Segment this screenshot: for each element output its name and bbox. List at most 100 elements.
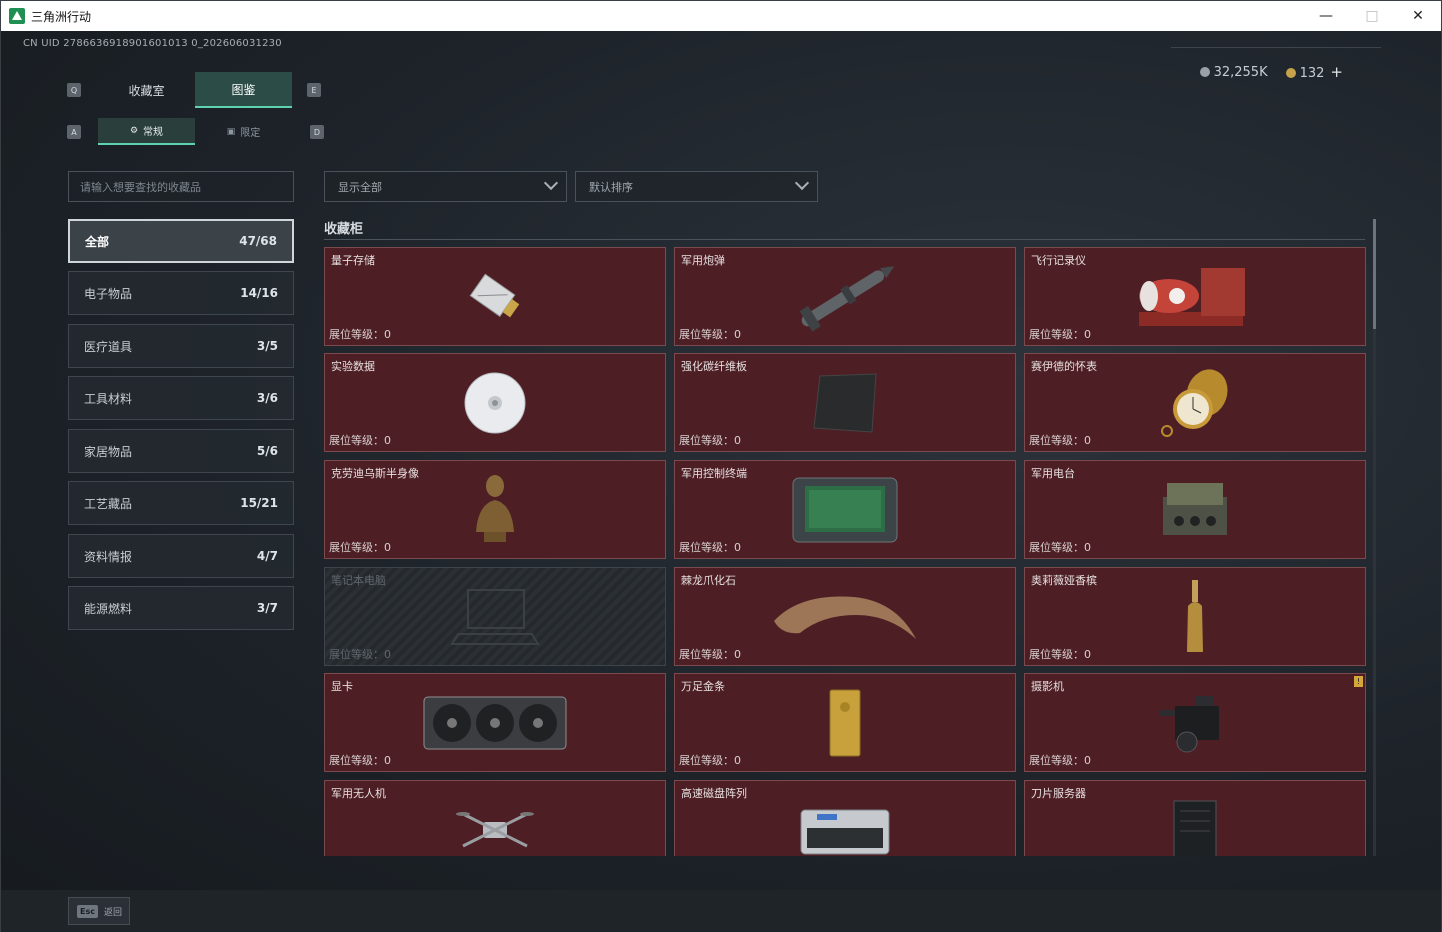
silver-currency: 32,255K — [1199, 65, 1268, 80]
gold-currency-value: 132 — [1299, 66, 1325, 81]
search-input[interactable]: 请输入想要查找的收藏品 — [68, 171, 294, 202]
item-card[interactable]: 摄影机 ! 展位等级：0 — [1024, 673, 1366, 772]
item-level: 展位等级：0 — [1029, 646, 1091, 662]
item-level-label: 展位等级： — [1029, 754, 1084, 767]
gold-coin-icon — [1285, 68, 1296, 78]
item-card[interactable]: 实验数据 展位等级：0 — [324, 353, 666, 452]
category-intel[interactable]: 资料情报 4/7 — [68, 534, 294, 578]
item-level: 展位等级：0 — [1029, 752, 1091, 768]
app-window: 三角洲行动 — □ ✕ CN UID 2786636918901601013 0… — [0, 0, 1442, 932]
item-level: 展位等级：0 — [329, 432, 391, 448]
category-count: 47/68 — [239, 234, 277, 248]
subtab-regular[interactable]: ⚙ 常规 — [98, 118, 195, 145]
header-divider — [1171, 47, 1381, 48]
category-medical[interactable]: 医疗道具 3/5 — [68, 324, 294, 368]
item-card[interactable]: 军用电台 展位等级：0 — [1024, 460, 1366, 559]
category-crafts[interactable]: 工艺藏品 15/21 — [68, 481, 294, 525]
usb-drive-icon — [469, 273, 520, 317]
item-level-value: 0 — [734, 434, 741, 447]
category-label: 工具材料 — [84, 391, 133, 406]
maximize-icon: □ — [1365, 8, 1379, 24]
item-level-label: 展位等级： — [679, 754, 734, 767]
close-button[interactable]: ✕ — [1395, 1, 1441, 31]
grid-scrollbar[interactable] — [1373, 219, 1376, 856]
item-card[interactable]: 强化碳纤维板 展位等级：0 — [674, 353, 1016, 452]
item-name: 强化碳纤维板 — [681, 360, 747, 373]
user-uid: CN UID 2786636918901601013 0_20260603123… — [23, 38, 282, 49]
item-level-value: 0 — [384, 754, 391, 767]
subtab-limited[interactable]: ▣ 限定 — [195, 118, 292, 145]
item-name: 军用控制终端 — [681, 467, 747, 480]
chevron-down-icon — [794, 175, 810, 191]
item-card-locked[interactable]: 笔记本电脑 展位等级：0 — [324, 567, 666, 666]
item-level: 展位等级：0 — [679, 539, 741, 555]
section-divider — [324, 239, 1365, 240]
maximize-button[interactable]: □ — [1349, 1, 1395, 31]
item-card[interactable]: 棘龙爪化石 展位等级：0 — [674, 567, 1016, 666]
category-tools[interactable]: 工具材料 3/6 — [68, 376, 294, 420]
scrollbar-thumb[interactable] — [1373, 219, 1376, 329]
radio-icon — [1163, 482, 1227, 535]
item-level: 展位等级：0 — [329, 326, 391, 342]
image-icon: ▣ — [226, 126, 236, 137]
item-card[interactable]: 万足金条 展位等级：0 — [674, 673, 1016, 772]
item-name: 刀片服务器 — [1031, 787, 1086, 800]
add-currency-button[interactable]: + — [1330, 63, 1343, 81]
filter-dropdown-value: 显示全部 — [338, 180, 382, 194]
category-label: 医疗道具 — [84, 339, 133, 354]
claw-fossil-icon — [774, 596, 916, 639]
back-button[interactable]: Esc 返回 — [68, 897, 130, 925]
item-card[interactable]: 克劳迪乌斯半身像 展位等级：0 — [324, 460, 666, 559]
category-label: 工艺藏品 — [84, 496, 133, 511]
item-name: 赛伊德的怀表 — [1031, 360, 1097, 373]
category-count: 3/6 — [256, 391, 278, 405]
tab-catalog[interactable]: 图鉴 — [195, 72, 292, 108]
gold-currency: 132 + — [1285, 63, 1343, 81]
item-name: 飞行记录仪 — [1031, 254, 1086, 267]
item-card[interactable]: 显卡 展位等级：0 — [324, 673, 666, 772]
item-card[interactable]: 奥莉薇娅香槟 展位等级：0 — [1024, 567, 1366, 666]
item-level: 展位等级：0 — [329, 539, 391, 555]
category-household[interactable]: 家居物品 5/6 — [68, 429, 294, 473]
item-card[interactable]: 赛伊德的怀表 展位等级：0 — [1024, 353, 1366, 452]
category-energy[interactable]: 能源燃料 3/7 — [68, 586, 294, 630]
carbon-plate-icon — [813, 372, 877, 433]
item-card[interactable]: 刀片服务器 展位等级：0 — [1024, 780, 1366, 856]
category-count: 3/7 — [256, 601, 278, 615]
cd-disc-icon — [464, 372, 526, 433]
item-grid: 量子存储 展位等级：0 军用炮弹 展位等级：0 飞行记录仪 展位等级：0 实验数… — [324, 247, 1366, 856]
item-card[interactable]: 军用炮弹 展位等级：0 — [674, 247, 1016, 346]
filter-dropdown[interactable]: 显示全部 — [324, 171, 567, 202]
laptop-icon — [450, 588, 540, 645]
item-name: 万足金条 — [681, 680, 725, 693]
minimize-button[interactable]: — — [1303, 1, 1349, 31]
sort-dropdown[interactable]: 默认排序 — [575, 171, 818, 202]
item-level-value: 0 — [384, 328, 391, 341]
category-label: 全部 — [85, 234, 110, 249]
subtab-regular-label: 常规 — [143, 127, 164, 138]
item-level-value: 0 — [384, 541, 391, 554]
item-card[interactable]: 飞行记录仪 展位等级：0 — [1024, 247, 1366, 346]
key-hint-q: Q — [67, 83, 81, 97]
category-count: 15/21 — [240, 496, 278, 510]
item-level: 展位等级：0 — [1029, 432, 1091, 448]
category-all[interactable]: 全部 47/68 — [68, 219, 294, 263]
item-card[interactable]: 量子存储 展位等级：0 — [324, 247, 666, 346]
category-count: 4/7 — [256, 549, 278, 563]
item-name: 军用炮弹 — [681, 254, 725, 267]
item-level-label: 展位等级： — [1029, 434, 1084, 447]
tab-collection-room[interactable]: 收藏室 — [98, 72, 195, 108]
item-level-label: 展位等级： — [679, 541, 734, 554]
item-level: 展位等级：0 — [679, 326, 741, 342]
item-level-value: 0 — [384, 648, 391, 661]
category-label: 能源燃料 — [84, 601, 133, 616]
item-card[interactable]: 高速磁盘阵列 展位等级：0 — [674, 780, 1016, 856]
esc-key-hint: Esc — [77, 904, 98, 918]
category-electronics[interactable]: 电子物品 14/16 — [68, 271, 294, 315]
silver-coin-icon — [1199, 66, 1210, 77]
item-level-value: 0 — [734, 328, 741, 341]
title-bar: 三角洲行动 — □ ✕ — [1, 1, 1441, 31]
item-card[interactable]: 军用无人机 展位等级：0 — [324, 780, 666, 856]
close-icon: ✕ — [1412, 8, 1424, 24]
item-card[interactable]: 军用控制终端 展位等级：0 — [674, 460, 1016, 559]
